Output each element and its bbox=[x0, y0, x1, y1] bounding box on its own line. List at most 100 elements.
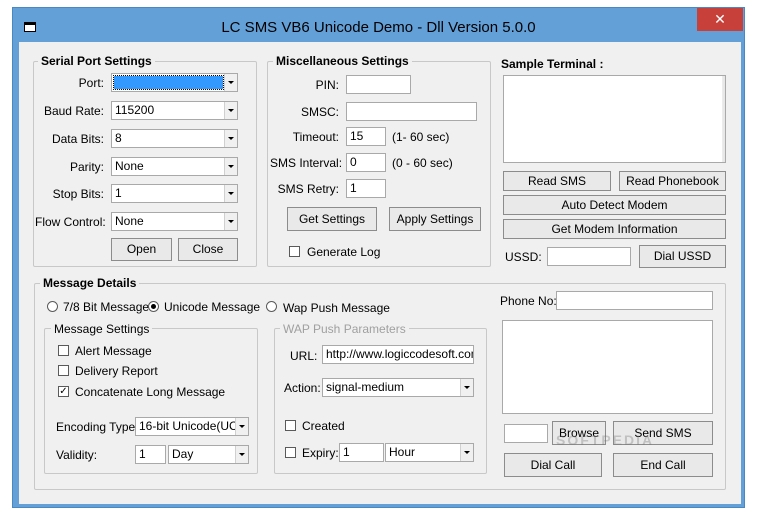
radio-unicode[interactable] bbox=[148, 301, 159, 312]
read-sms-button[interactable]: Read SMS bbox=[503, 171, 611, 191]
checkmark-icon: ✓ bbox=[59, 386, 68, 397]
sms-retry-input[interactable]: 1 bbox=[346, 179, 386, 198]
stop-bits-value: 1 bbox=[115, 186, 122, 200]
ussd-label: USSD: bbox=[505, 250, 542, 264]
concatenate-long-message-label: Concatenate Long Message bbox=[75, 385, 226, 399]
created-checkbox[interactable] bbox=[285, 420, 296, 431]
parity-label: Parity: bbox=[69, 160, 104, 174]
sms-interval-input[interactable]: 0 bbox=[346, 153, 386, 172]
delivery-report-checkbox[interactable] bbox=[58, 365, 69, 376]
baud-rate-value: 115200 bbox=[115, 103, 155, 117]
chevron-down-icon[interactable] bbox=[224, 102, 237, 119]
flow-control-value: None bbox=[115, 214, 144, 228]
get-settings-button[interactable]: Get Settings bbox=[287, 207, 377, 231]
message-details-title: Message Details bbox=[40, 276, 140, 290]
generate-log-checkbox[interactable] bbox=[289, 246, 300, 257]
url-input[interactable]: http://www.logiccodesoft.com bbox=[322, 345, 474, 364]
get-modem-information-button[interactable]: Get Modem Information bbox=[503, 219, 726, 239]
expiry-input[interactable]: 1 bbox=[339, 443, 384, 462]
validity-label: Validity: bbox=[56, 448, 98, 462]
baud-rate-select[interactable]: 115200 bbox=[111, 101, 238, 120]
window-title: LC SMS VB6 Unicode Demo - Dll Version 5.… bbox=[221, 19, 536, 36]
action-select[interactable]: signal-medium bbox=[322, 378, 474, 397]
created-label: Created bbox=[302, 419, 345, 433]
baud-rate-label: Baud Rate: bbox=[43, 104, 104, 118]
chevron-down-icon[interactable] bbox=[235, 418, 248, 435]
chevron-down-icon[interactable] bbox=[224, 130, 237, 147]
open-button[interactable]: Open bbox=[111, 238, 172, 261]
expiry-label: Expiry: bbox=[302, 446, 339, 460]
encoding-type-value: 16-bit Unicode(UCS2) bbox=[139, 419, 249, 433]
dial-ussd-button[interactable]: Dial USSD bbox=[639, 245, 726, 268]
message-body-textarea[interactable] bbox=[502, 320, 713, 414]
generate-log-label: Generate Log bbox=[307, 245, 381, 259]
close-window-button[interactable]: ✕ bbox=[697, 8, 743, 31]
smsc-label: SMSC: bbox=[300, 105, 339, 119]
file-path-input[interactable] bbox=[504, 424, 548, 443]
stop-bits-select[interactable]: 1 bbox=[111, 184, 238, 203]
port-select[interactable] bbox=[111, 73, 238, 92]
data-bits-select[interactable]: 8 bbox=[111, 129, 238, 148]
apply-settings-button[interactable]: Apply Settings bbox=[389, 207, 481, 231]
radio-wap-push-label: Wap Push Message bbox=[283, 301, 390, 315]
encoding-type-select[interactable]: 16-bit Unicode(UCS2) bbox=[135, 417, 249, 436]
chevron-down-icon[interactable] bbox=[460, 444, 473, 461]
radio-7-8-bit[interactable] bbox=[47, 301, 58, 312]
timeout-input[interactable]: 15 bbox=[346, 127, 386, 146]
alert-message-checkbox[interactable] bbox=[58, 345, 69, 356]
end-call-button[interactable]: End Call bbox=[613, 453, 713, 477]
alert-message-label: Alert Message bbox=[75, 344, 152, 358]
chevron-down-icon[interactable] bbox=[460, 379, 473, 396]
message-settings-title: Message Settings bbox=[51, 322, 153, 336]
read-phonebook-button[interactable]: Read Phonebook bbox=[619, 171, 726, 191]
data-bits-label: Data Bits: bbox=[51, 132, 104, 146]
data-bits-value: 8 bbox=[115, 131, 122, 145]
parity-select[interactable]: None bbox=[111, 157, 238, 176]
validity-input[interactable]: 1 bbox=[135, 445, 166, 464]
phone-no-label: Phone No: bbox=[500, 294, 557, 308]
pin-input[interactable] bbox=[346, 75, 411, 94]
expiry-checkbox[interactable] bbox=[285, 447, 296, 458]
pin-label: PIN: bbox=[315, 78, 339, 92]
close-port-button[interactable]: Close bbox=[178, 238, 238, 261]
chevron-down-icon[interactable] bbox=[224, 185, 237, 202]
chevron-down-icon[interactable] bbox=[235, 446, 248, 463]
concatenate-long-message-checkbox[interactable]: ✓ bbox=[58, 386, 69, 397]
chevron-down-icon[interactable] bbox=[224, 74, 237, 91]
validity-unit-value: Day bbox=[172, 447, 194, 461]
sample-terminal-title: Sample Terminal : bbox=[501, 57, 604, 71]
expiry-unit-value: Hour bbox=[389, 445, 416, 459]
stop-bits-label: Stop Bits: bbox=[52, 187, 104, 201]
validity-unit-select[interactable]: Day bbox=[168, 445, 249, 464]
flow-control-label: Flow Control: bbox=[35, 215, 106, 229]
chevron-down-icon[interactable] bbox=[224, 213, 237, 230]
timeout-hint: (1- 60 sec) bbox=[392, 130, 450, 144]
softpedia-watermark: SOFTPEDIA bbox=[556, 432, 655, 448]
flow-control-select[interactable]: None bbox=[111, 212, 238, 231]
terminal-output[interactable] bbox=[503, 75, 726, 163]
port-label: Port: bbox=[78, 76, 104, 90]
misc-settings-title: Miscellaneous Settings bbox=[273, 54, 412, 68]
url-label: URL: bbox=[290, 349, 318, 363]
expiry-unit-select[interactable]: Hour bbox=[385, 443, 474, 462]
dial-call-button[interactable]: Dial Call bbox=[504, 453, 602, 477]
port-value bbox=[113, 75, 224, 90]
wap-push-parameters-title: WAP Push Parameters bbox=[280, 322, 409, 336]
serial-port-title: Serial Port Settings bbox=[38, 54, 155, 68]
smsc-input[interactable] bbox=[346, 102, 477, 121]
sms-interval-label: SMS Interval: bbox=[270, 156, 343, 170]
terminal-scrollbar[interactable] bbox=[722, 76, 725, 162]
phone-no-input[interactable] bbox=[556, 291, 713, 310]
auto-detect-modem-button[interactable]: Auto Detect Modem bbox=[503, 195, 726, 215]
sms-interval-hint: (0 - 60 sec) bbox=[392, 156, 453, 170]
parity-value: None bbox=[115, 159, 144, 173]
chevron-down-icon[interactable] bbox=[224, 158, 237, 175]
ussd-input[interactable] bbox=[547, 247, 631, 266]
radio-7-8-bit-label: 7/8 Bit Message bbox=[63, 300, 150, 314]
radio-wap-push[interactable] bbox=[266, 301, 277, 312]
radio-unicode-label: Unicode Message bbox=[164, 300, 261, 314]
action-label: Action: bbox=[284, 381, 321, 395]
action-value: signal-medium bbox=[326, 380, 405, 394]
encoding-type-label: Encoding Type: bbox=[56, 420, 139, 434]
sms-retry-label: SMS Retry: bbox=[277, 182, 339, 196]
